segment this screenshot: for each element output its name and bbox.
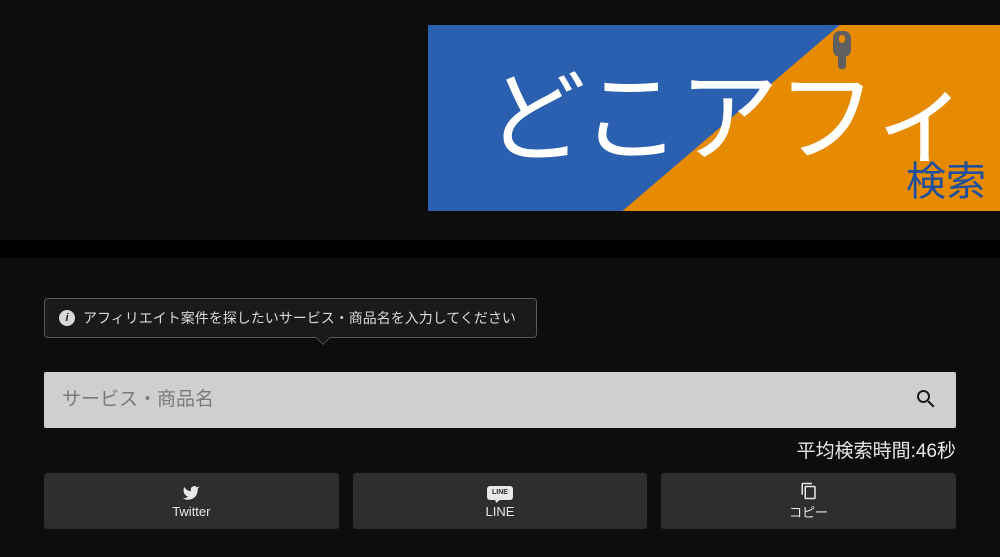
copy-icon xyxy=(800,482,818,500)
logo-banner[interactable]: どこアフィ 検索 xyxy=(428,25,1000,211)
search-bar xyxy=(44,372,956,428)
info-icon: i xyxy=(59,310,75,326)
search-input[interactable] xyxy=(62,389,910,411)
share-copy-button[interactable]: コピー xyxy=(661,473,956,529)
banner-title: どこアフィ xyxy=(486,37,971,182)
banner-subtitle: 検索 xyxy=(906,149,986,207)
hint-text: アフィリエイト案件を探したいサービス・商品名を入力してください xyxy=(83,308,516,328)
hint-tooltip: i アフィリエイト案件を探したいサービス・商品名を入力してください xyxy=(44,298,537,338)
share-row: Twitter LINE LINE コピー xyxy=(44,473,956,529)
twitter-icon xyxy=(182,484,200,502)
share-twitter-label: Twitter xyxy=(172,504,210,519)
share-twitter-button[interactable]: Twitter xyxy=(44,473,339,529)
main-content: i アフィリエイト案件を探したいサービス・商品名を入力してください 平均検索時間… xyxy=(0,258,1000,529)
avg-time-label: 平均検索時間: xyxy=(797,441,916,462)
share-line-button[interactable]: LINE LINE xyxy=(353,473,648,529)
share-line-label: LINE xyxy=(486,504,515,519)
share-copy-label: コピー xyxy=(789,502,828,521)
search-button[interactable] xyxy=(910,383,942,418)
line-icon: LINE xyxy=(487,486,513,500)
tooltip-row: i アフィリエイト案件を探したいサービス・商品名を入力してください xyxy=(44,298,956,348)
section-divider xyxy=(0,240,1000,258)
header: どこアフィ 検索 xyxy=(0,0,1000,240)
avg-time-value: 46秒 xyxy=(916,441,956,462)
search-icon xyxy=(914,387,938,411)
zipper-icon xyxy=(828,27,856,69)
average-search-time: 平均検索時間:46秒 xyxy=(44,436,956,463)
